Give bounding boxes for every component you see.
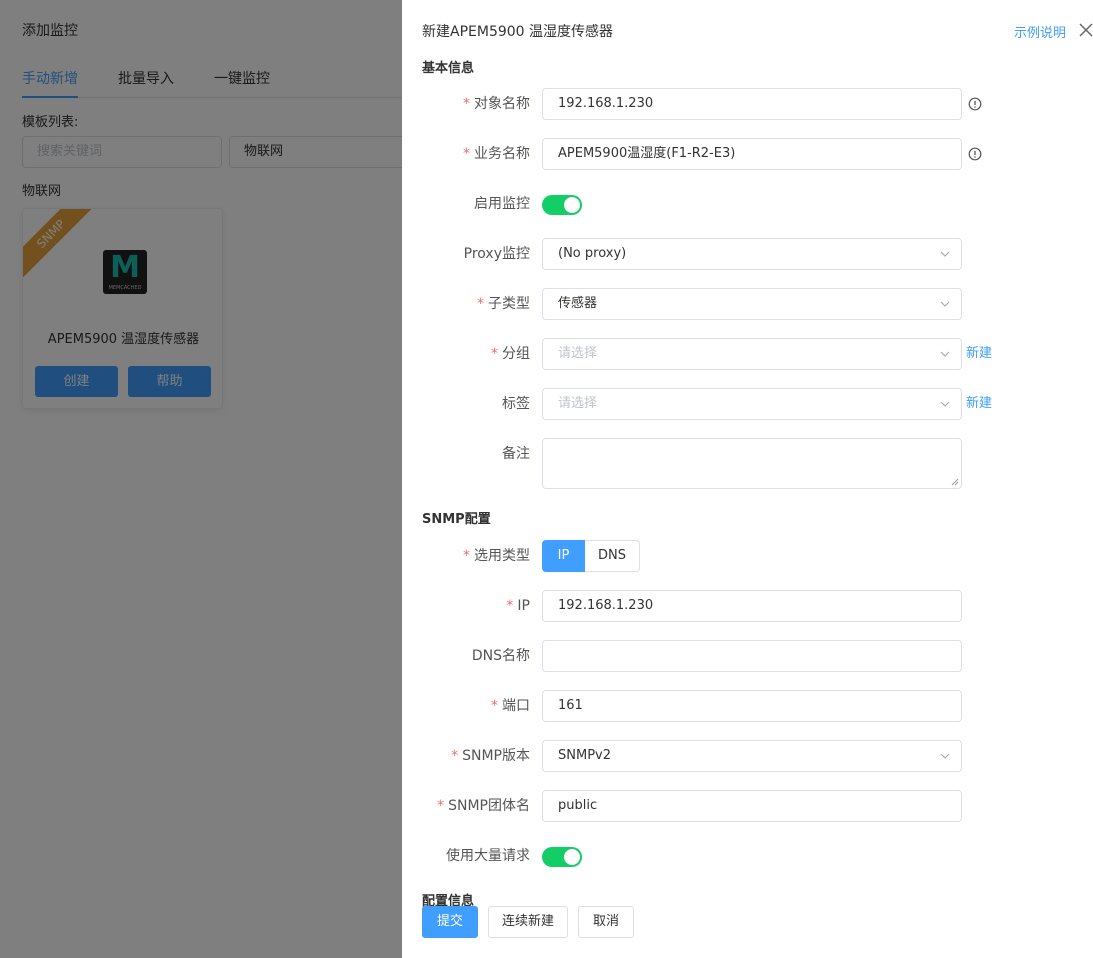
chevron-down-icon xyxy=(940,753,950,759)
enable-monitor-label: 启用监控 xyxy=(474,196,530,212)
bulk-request-switch[interactable] xyxy=(542,847,582,867)
snmp-version-select[interactable]: SNMPv2 xyxy=(542,740,962,772)
business-name-label: * 业务名称 xyxy=(463,146,530,162)
business-name-input[interactable]: APEM5900温湿度(F1-R2-E3) xyxy=(542,138,962,170)
snmp-community-label: * SNMP团体名 xyxy=(437,798,530,814)
proxy-select[interactable]: (No proxy) xyxy=(542,238,962,270)
new-group-link[interactable]: 新建 xyxy=(966,338,992,370)
enable-monitor-switch[interactable] xyxy=(542,195,582,215)
chevron-down-icon xyxy=(940,351,950,357)
port-input[interactable]: 161 xyxy=(542,690,962,722)
resize-handle-icon[interactable] xyxy=(951,478,959,486)
new-tag-link[interactable]: 新建 xyxy=(966,388,992,420)
dns-name-input[interactable] xyxy=(542,640,962,672)
new-monitor-drawer: 新建APEM5900 温湿度传感器 示例说明 基本信息 * 对象名称 192.16… xyxy=(402,0,1093,958)
chevron-down-icon xyxy=(940,251,950,257)
subtype-select[interactable]: 传感器 xyxy=(542,288,962,320)
remark-label: 备注 xyxy=(502,446,530,462)
object-name-input[interactable]: 192.168.1.230 xyxy=(542,88,962,120)
snmp-section-title: SNMP配置 xyxy=(422,512,491,527)
bulk-request-label: 使用大量请求 xyxy=(446,848,530,864)
chevron-down-icon xyxy=(940,301,950,307)
info-icon[interactable] xyxy=(968,97,982,111)
basic-info-section-title: 基本信息 xyxy=(422,61,475,76)
dns-name-label: DNS名称 xyxy=(471,648,530,664)
ip-input[interactable]: 192.168.1.230 xyxy=(542,590,962,622)
remark-textarea[interactable] xyxy=(542,438,962,489)
port-label: * 端口 xyxy=(491,698,530,714)
submit-button[interactable]: 提交 xyxy=(422,906,478,938)
tags-label: 标签 xyxy=(502,396,530,412)
info-icon[interactable] xyxy=(968,147,982,161)
close-icon[interactable] xyxy=(1077,21,1093,39)
select-type-toggle: IP DNS xyxy=(542,540,640,572)
snmp-version-label: * SNMP版本 xyxy=(451,748,530,764)
chevron-down-icon xyxy=(940,401,950,407)
group-label: * 分组 xyxy=(491,346,530,362)
object-name-label: * 对象名称 xyxy=(463,96,530,112)
proxy-label: Proxy监控 xyxy=(463,246,530,262)
snmp-community-input[interactable]: public xyxy=(542,790,962,822)
continue-new-button[interactable]: 连续新建 xyxy=(488,906,568,938)
drawer-title: 新建APEM5900 温湿度传感器 xyxy=(422,24,614,40)
select-type-label: * 选用类型 xyxy=(463,548,530,564)
example-link[interactable]: 示例说明 xyxy=(1014,22,1066,41)
tags-select[interactable]: 请选择 xyxy=(542,388,962,420)
type-ip-button[interactable]: IP xyxy=(542,540,585,572)
type-dns-button[interactable]: DNS xyxy=(585,540,640,572)
subtype-label: * 子类型 xyxy=(477,296,530,312)
cancel-button[interactable]: 取消 xyxy=(578,906,634,938)
group-select[interactable]: 请选择 xyxy=(542,338,962,370)
ip-label: * IP xyxy=(506,598,530,614)
